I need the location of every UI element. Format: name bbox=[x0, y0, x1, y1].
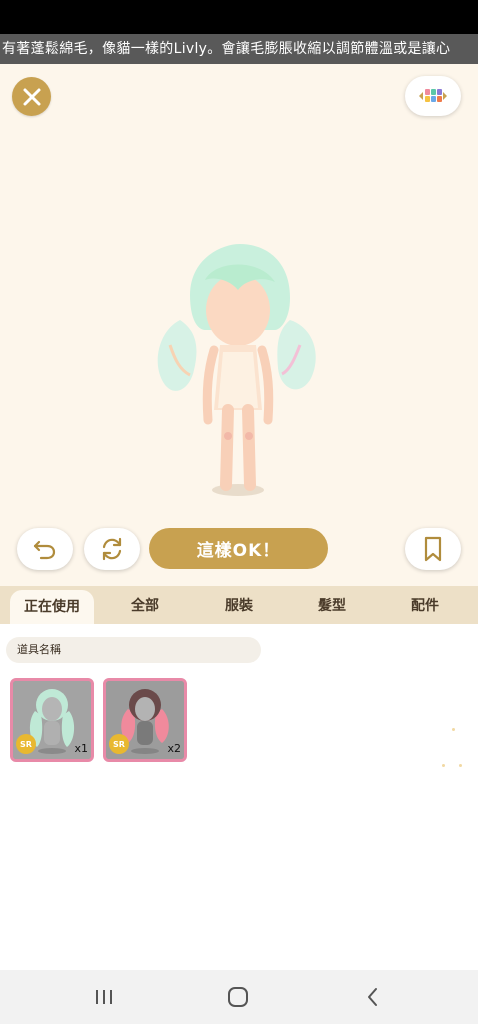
close-icon bbox=[23, 88, 40, 105]
color-palette-icon bbox=[419, 89, 447, 102]
undo-button[interactable] bbox=[17, 528, 73, 570]
status-bar bbox=[0, 0, 478, 34]
rarity-badge: SR bbox=[109, 734, 129, 754]
item-quantity: x1 bbox=[74, 742, 88, 755]
bookmark-icon bbox=[424, 536, 442, 562]
sparkle-decoration bbox=[452, 728, 455, 731]
tab-accessories[interactable]: 配件 bbox=[394, 586, 456, 624]
recent-apps-button[interactable] bbox=[74, 970, 134, 1024]
back-button[interactable] bbox=[342, 970, 402, 1024]
refresh-icon bbox=[102, 537, 122, 561]
close-button[interactable] bbox=[12, 77, 51, 116]
tab-in-use[interactable]: 正在使用 bbox=[10, 590, 94, 624]
tab-clothing[interactable]: 服裝 bbox=[208, 586, 270, 624]
item-quantity: x2 bbox=[167, 742, 181, 755]
sparkle-decoration bbox=[459, 764, 462, 767]
tab-hairstyle[interactable]: 髮型 bbox=[301, 586, 363, 624]
home-icon bbox=[228, 987, 248, 1007]
refresh-button[interactable] bbox=[84, 528, 140, 570]
item-card[interactable]: SR x2 bbox=[103, 678, 187, 762]
item-list-panel bbox=[0, 624, 478, 970]
sparkle-decoration bbox=[442, 764, 445, 767]
category-tabs: 正在使用 全部 服裝 髮型 配件 bbox=[0, 586, 478, 624]
home-button[interactable] bbox=[208, 970, 268, 1024]
item-name-search[interactable]: 道具名稱 bbox=[6, 637, 261, 663]
description-marquee: 有著蓬鬆綿毛，像貓一樣的Livly。會讓毛膨脹收縮以調節體溫或是讓心 bbox=[0, 34, 478, 64]
character-preview bbox=[157, 244, 316, 496]
color-palette-button[interactable] bbox=[405, 76, 461, 116]
tab-all[interactable]: 全部 bbox=[114, 586, 176, 624]
confirm-ok-button[interactable]: 這樣OK！ bbox=[149, 528, 328, 569]
back-icon bbox=[368, 988, 377, 1006]
system-navigation-bar bbox=[0, 970, 478, 1024]
rarity-badge: SR bbox=[16, 734, 36, 754]
bookmark-button[interactable] bbox=[405, 528, 461, 570]
undo-icon bbox=[33, 540, 56, 560]
item-card[interactable]: SR x1 bbox=[10, 678, 94, 762]
recent-apps-icon bbox=[96, 990, 112, 1004]
